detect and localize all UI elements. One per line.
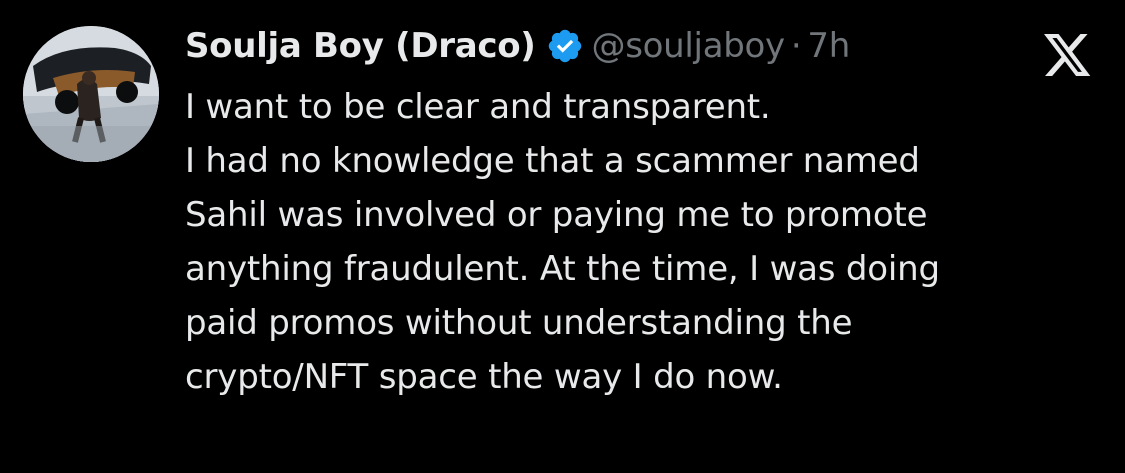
avatar[interactable]: [23, 26, 159, 162]
user-handle[interactable]: @souljaboy: [592, 26, 786, 66]
x-logo-icon: [1044, 34, 1092, 78]
timestamp[interactable]: 7h: [807, 26, 850, 66]
tweet-text-line: crypto/NFT space the way I do now.: [185, 357, 783, 397]
tweet-text: I want to be clear and transparent. I ha…: [185, 80, 1090, 404]
display-name[interactable]: Soulja Boy (Draco): [185, 26, 536, 66]
tweet-text-line: I had no knowledge that a scammer named: [185, 141, 920, 181]
tweet-card: Soulja Boy (Draco) @souljaboy · 7h I wan…: [0, 0, 1125, 473]
separator-dot: ·: [790, 26, 802, 66]
tweet-text-line: Sahil was involved or paying me to promo…: [185, 195, 928, 235]
tweet-header: Soulja Boy (Draco) @souljaboy · 7h: [185, 20, 850, 72]
tweet-text-line: paid promos without understanding the: [185, 303, 853, 343]
tweet-text-line: I want to be clear and transparent.: [185, 87, 771, 127]
verified-badge-icon: [546, 27, 584, 65]
tweet-text-line: anything fraudulent. At the time, I was …: [185, 249, 940, 289]
